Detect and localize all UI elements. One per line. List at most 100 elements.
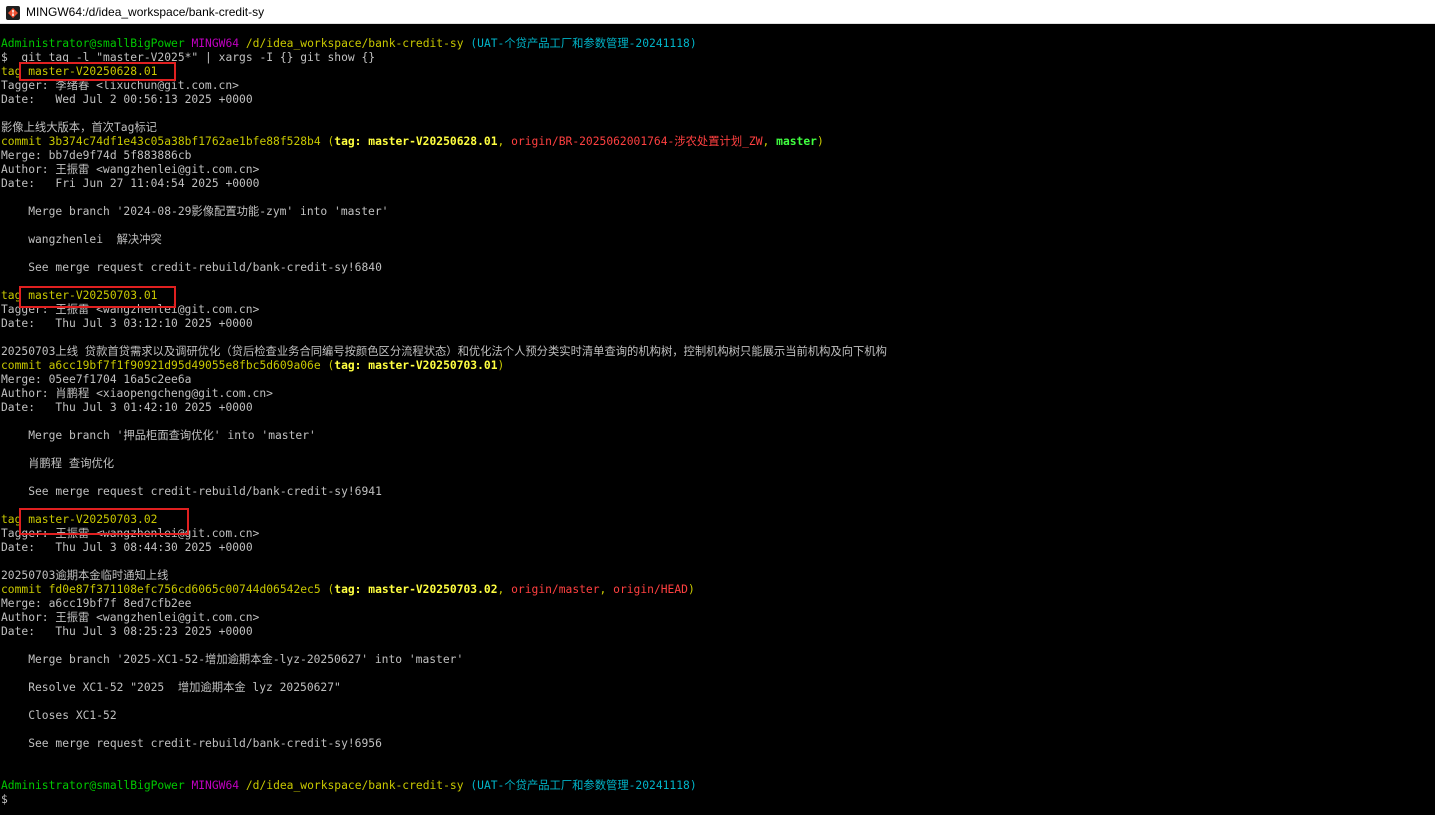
terminal-text-segment: , bbox=[599, 583, 614, 596]
terminal-line: Merge: bb7de9f74d 5f883886cb bbox=[1, 149, 887, 163]
terminal-line: wangzhenlei 解决冲突 bbox=[1, 233, 887, 247]
terminal-text-segment: Administrator@smallBigPower bbox=[1, 779, 185, 792]
terminal-line: Closes XC1-52 bbox=[1, 709, 887, 723]
highlight-box-tag-1 bbox=[19, 62, 176, 81]
terminal-line: Merge: a6cc19bf7f 8ed7cfb2ee bbox=[1, 597, 887, 611]
terminal-text-segment: commit a6cc19bf7f1f90921d95d49055e8fbc5d… bbox=[1, 359, 335, 372]
terminal-text-segment: Merge branch '2024-08-29影像配置功能-zym' into… bbox=[1, 205, 389, 218]
git-bash-icon bbox=[6, 5, 20, 20]
terminal-text-segment: ) bbox=[687, 583, 695, 596]
terminal-line: Author: 肖鹏程 <xiaopengcheng@git.com.cn> bbox=[1, 387, 887, 401]
terminal-text-segment: 肖鹏程 查询优化 bbox=[1, 457, 115, 470]
terminal-text-segment: Merge: a6cc19bf7f 8ed7cfb2ee bbox=[1, 597, 192, 610]
highlight-box-tag-3 bbox=[19, 508, 189, 535]
terminal-text-segment: Author: 王振雷 <wangzhenlei@git.com.cn> bbox=[1, 611, 260, 624]
terminal-text-segment: MINGW64 bbox=[191, 37, 240, 50]
terminal-line: Date: Wed Jul 2 00:56:13 2025 +0000 bbox=[1, 93, 887, 107]
terminal-line: Administrator@smallBigPower MINGW64 /d/i… bbox=[1, 37, 887, 51]
terminal-text-segment: (UAT-个贷产品工厂和参数管理-20241118) bbox=[470, 779, 697, 792]
terminal-text-segment: tag: master-V20250703.01 bbox=[334, 359, 498, 372]
terminal-text-segment: Date: Thu Jul 3 01:42:10 2025 +0000 bbox=[1, 401, 253, 414]
terminal-line: Administrator@smallBigPower MINGW64 /d/i… bbox=[1, 779, 887, 793]
terminal-text-segment: 20250703上线 贷款首贷需求以及调研优化（贷后检查业务合同编号按颜色区分流… bbox=[1, 345, 887, 358]
terminal-lines: Administrator@smallBigPower MINGW64 /d/i… bbox=[1, 37, 887, 807]
terminal-text-segment: Merge branch '押品柜面查询优化' into 'master' bbox=[1, 429, 316, 442]
terminal-text-segment: master bbox=[776, 135, 817, 148]
terminal-text-segment: 20250703逾期本金临时通知上线 bbox=[1, 569, 169, 582]
terminal-line: $ bbox=[1, 793, 887, 807]
terminal-line: 20250703上线 贷款首贷需求以及调研优化（贷后检查业务合同编号按颜色区分流… bbox=[1, 345, 887, 359]
terminal-text-segment: Merge: bb7de9f74d 5f883886cb bbox=[1, 149, 192, 162]
terminal-text-segment: wangzhenlei 解决冲突 bbox=[1, 233, 162, 246]
terminal-line: See merge request credit-rebuild/bank-cr… bbox=[1, 261, 887, 275]
terminal-text-segment: Administrator@smallBigPower bbox=[1, 37, 185, 50]
terminal-text-segment: Merge: 05ee7f1704 16a5c2ee6a bbox=[1, 373, 192, 386]
terminal-text-segment: , bbox=[762, 135, 777, 148]
terminal-text-segment: Merge branch '2025-XC1-52-增加逾期本金-lyz-202… bbox=[1, 653, 464, 666]
terminal-line: Date: Thu Jul 3 03:12:10 2025 +0000 bbox=[1, 317, 887, 331]
terminal-text-segment: Date: Fri Jun 27 11:04:54 2025 +0000 bbox=[1, 177, 260, 190]
terminal-line: Date: Thu Jul 3 08:44:30 2025 +0000 bbox=[1, 541, 887, 555]
terminal-line: 20250703逾期本金临时通知上线 bbox=[1, 569, 887, 583]
terminal-text-segment: tag: master-V20250703.02 bbox=[334, 583, 498, 596]
window-title: MINGW64:/d/idea_workspace/bank-credit-sy bbox=[26, 4, 265, 19]
terminal-text-segment: tag: master-V20250628.01 bbox=[334, 135, 498, 148]
terminal-text-segment: /d/idea_workspace/bank-credit-sy bbox=[245, 37, 464, 50]
terminal-line: 影像上线大版本，首次Tag标记 bbox=[1, 121, 887, 135]
terminal-text-segment: origin/HEAD bbox=[613, 583, 688, 596]
terminal-text-segment: Author: 王振雷 <wangzhenlei@git.com.cn> bbox=[1, 163, 260, 176]
terminal-text-segment: Resolve XC1-52 "2025 增加逾期本金 lyz 20250627… bbox=[1, 681, 341, 694]
highlight-box-tag-2 bbox=[19, 286, 176, 308]
terminal-text-segment: Date: Thu Jul 3 08:25:23 2025 +0000 bbox=[1, 625, 253, 638]
terminal-text-segment: origin/BR-2025062001764-涉农处置计划_ZW bbox=[511, 135, 763, 148]
terminal-text-segment: 影像上线大版本，首次Tag标记 bbox=[1, 121, 157, 134]
terminal-text-segment: See merge request credit-rebuild/bank-cr… bbox=[1, 737, 382, 750]
terminal-text-segment: ) bbox=[816, 135, 824, 148]
terminal-text-segment: commit 3b374c74df1e43c05a38bf1762ae1bfe8… bbox=[1, 135, 335, 148]
terminal-text-segment: origin/master bbox=[511, 583, 600, 596]
terminal-line: Merge: 05ee7f1704 16a5c2ee6a bbox=[1, 373, 887, 387]
terminal-line: See merge request credit-rebuild/bank-cr… bbox=[1, 485, 887, 499]
terminal-line: Merge branch '2024-08-29影像配置功能-zym' into… bbox=[1, 205, 887, 219]
terminal-text-segment: See merge request credit-rebuild/bank-cr… bbox=[1, 485, 382, 498]
terminal-line: commit fd0e87f371108efc756cd6065c00744d0… bbox=[1, 583, 887, 597]
terminal-text-segment: commit fd0e87f371108efc756cd6065c00744d0… bbox=[1, 583, 335, 596]
terminal-text-segment: See merge request credit-rebuild/bank-cr… bbox=[1, 261, 382, 274]
terminal-text-segment: (UAT-个贷产品工厂和参数管理-20241118) bbox=[470, 37, 697, 50]
terminal-line: Merge branch '押品柜面查询优化' into 'master' bbox=[1, 429, 887, 443]
terminal-line: Tagger: 李绪春 <lixuchun@git.com.cn> bbox=[1, 79, 887, 93]
terminal-line: 肖鹏程 查询优化 bbox=[1, 457, 887, 471]
window-titlebar[interactable]: MINGW64:/d/idea_workspace/bank-credit-sy bbox=[0, 0, 1435, 24]
terminal-text-segment: /d/idea_workspace/bank-credit-sy bbox=[245, 779, 464, 792]
terminal-line: Author: 王振雷 <wangzhenlei@git.com.cn> bbox=[1, 611, 887, 625]
terminal-text-segment: Date: Thu Jul 3 03:12:10 2025 +0000 bbox=[1, 317, 253, 330]
terminal-text-segment: Author: 肖鹏程 <xiaopengcheng@git.com.cn> bbox=[1, 387, 273, 400]
terminal-line: Date: Thu Jul 3 01:42:10 2025 +0000 bbox=[1, 401, 887, 415]
terminal-text-segment: Date: Thu Jul 3 08:44:30 2025 +0000 bbox=[1, 541, 253, 554]
terminal-line: Resolve XC1-52 "2025 增加逾期本金 lyz 20250627… bbox=[1, 681, 887, 695]
terminal-text-segment: ) bbox=[497, 359, 505, 372]
terminal-line: Date: Thu Jul 3 08:25:23 2025 +0000 bbox=[1, 625, 887, 639]
terminal-text-segment: $ bbox=[1, 793, 8, 806]
terminal-output[interactable]: Administrator@smallBigPower MINGW64 /d/i… bbox=[0, 24, 1435, 815]
terminal-line: Author: 王振雷 <wangzhenlei@git.com.cn> bbox=[1, 163, 887, 177]
terminal-text-segment: , bbox=[497, 583, 512, 596]
terminal-text-segment: Date: Wed Jul 2 00:56:13 2025 +0000 bbox=[1, 93, 253, 106]
